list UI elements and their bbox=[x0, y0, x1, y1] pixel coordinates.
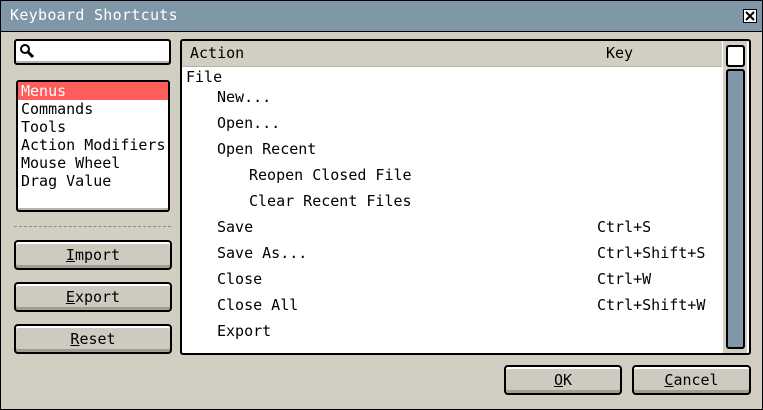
row-action: Close bbox=[217, 270, 263, 288]
cancel-button[interactable]: Cancel bbox=[632, 365, 751, 395]
table-rows: File New... Open... Open Recent Reopen Close… bbox=[182, 67, 722, 347]
window-title: Keyboard Shortcuts bbox=[10, 6, 178, 24]
divider bbox=[14, 226, 171, 227]
reset-button-label: Reset bbox=[70, 330, 116, 348]
category-list[interactable]: Menus Commands Tools Action Modifiers Mouse … bbox=[16, 80, 170, 212]
table-header: Action Key bbox=[182, 41, 722, 67]
table-row[interactable]: Close Ctrl+W bbox=[182, 269, 722, 295]
column-header-key[interactable]: Key bbox=[606, 44, 633, 62]
table-row[interactable]: Save Ctrl+S bbox=[182, 217, 722, 243]
row-action: Export bbox=[217, 322, 272, 340]
close-button[interactable] bbox=[743, 9, 757, 23]
row-action: Open Recent bbox=[217, 140, 317, 158]
row-key: Ctrl+Shift+W bbox=[597, 296, 706, 314]
category-item-mouse-wheel[interactable]: Mouse Wheel bbox=[18, 154, 168, 172]
import-button[interactable]: Import bbox=[14, 240, 172, 270]
ok-button[interactable]: OK bbox=[504, 365, 622, 395]
category-item-drag-value[interactable]: Drag Value bbox=[18, 172, 168, 190]
export-button[interactable]: Export bbox=[14, 282, 172, 312]
table-row[interactable]: Export bbox=[182, 321, 722, 347]
category-item-commands[interactable]: Commands bbox=[18, 100, 168, 118]
scrollbar-track[interactable] bbox=[726, 69, 745, 349]
search-input[interactable] bbox=[36, 42, 166, 60]
row-action: New... bbox=[217, 88, 272, 106]
reset-button[interactable]: Reset bbox=[14, 324, 172, 354]
row-action: Save bbox=[217, 218, 254, 236]
search-icon bbox=[20, 44, 35, 59]
row-key: Ctrl+Shift+S bbox=[597, 244, 706, 262]
export-button-label: Export bbox=[65, 288, 121, 306]
row-key: Ctrl+S bbox=[597, 218, 652, 236]
table-row[interactable]: Save As... Ctrl+Shift+S bbox=[182, 243, 722, 269]
row-action: Close All bbox=[217, 296, 299, 314]
table-row[interactable]: Reopen Closed File bbox=[182, 165, 722, 191]
scrollbar-thumb[interactable] bbox=[726, 45, 745, 67]
table-row[interactable]: Clear Recent Files bbox=[182, 191, 722, 217]
table-row[interactable]: New... bbox=[182, 87, 722, 113]
ok-button-label: OK bbox=[553, 371, 573, 389]
search-field[interactable] bbox=[14, 39, 171, 65]
shortcuts-table: Action Key File New... Open... Open Recent R… bbox=[180, 39, 751, 355]
table-row[interactable]: Close All Ctrl+Shift+W bbox=[182, 295, 722, 321]
keyboard-shortcuts-dialog: Keyboard Shortcuts Menus Commands Tools Act… bbox=[0, 0, 763, 410]
table-row[interactable]: Open Recent bbox=[182, 139, 722, 165]
row-action: Save As... bbox=[217, 244, 308, 262]
table-row[interactable]: File bbox=[182, 67, 722, 87]
row-action: Reopen Closed File bbox=[249, 166, 412, 184]
category-item-menus[interactable]: Menus bbox=[18, 82, 168, 100]
category-item-tools[interactable]: Tools bbox=[18, 118, 168, 136]
row-action: Clear Recent Files bbox=[249, 192, 412, 210]
cancel-button-label: Cancel bbox=[664, 371, 719, 389]
row-key: Ctrl+W bbox=[597, 270, 652, 288]
row-action: Open... bbox=[217, 114, 281, 132]
table-row[interactable]: Open... bbox=[182, 113, 722, 139]
title-bar[interactable]: Keyboard Shortcuts bbox=[1, 1, 762, 32]
import-button-label: Import bbox=[65, 246, 121, 264]
column-header-action[interactable]: Action bbox=[190, 44, 244, 62]
row-action: File bbox=[186, 68, 223, 86]
vertical-scrollbar[interactable] bbox=[723, 41, 747, 353]
close-icon bbox=[745, 11, 755, 21]
category-item-action-modifiers[interactable]: Action Modifiers bbox=[18, 136, 168, 154]
